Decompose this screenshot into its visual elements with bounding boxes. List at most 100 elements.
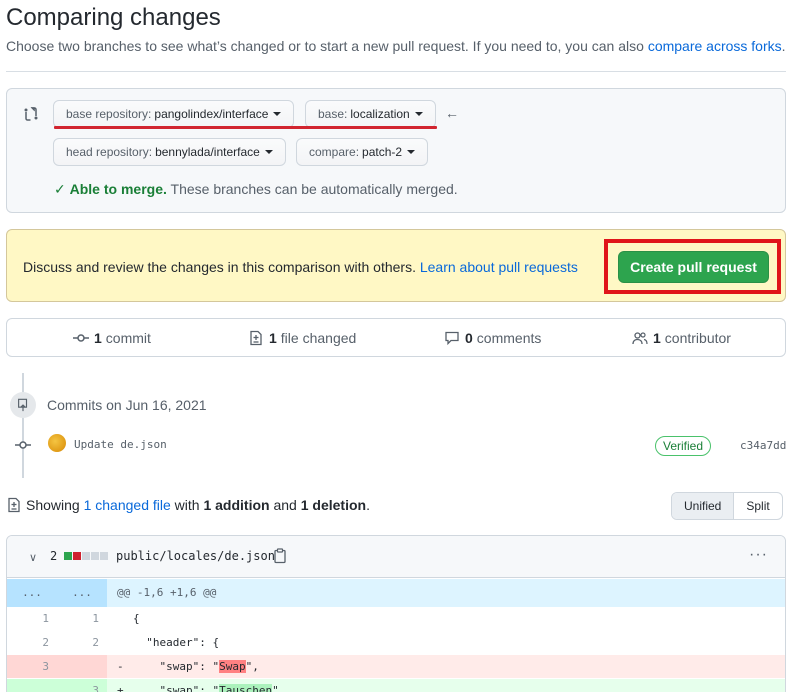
changed-word-highlight: Tauschen	[219, 684, 273, 692]
chevron-down-icon[interactable]: ∨	[29, 551, 37, 564]
learn-about-pull-requests-link[interactable]: Learn about pull requests	[420, 259, 578, 275]
subtitle-end: .	[781, 38, 786, 54]
diffstat-block	[73, 552, 81, 560]
new-line-number[interactable]: 3	[57, 679, 107, 692]
new-line-number[interactable]: 1	[57, 607, 107, 630]
base-branch-value: localization	[350, 107, 410, 121]
file-diff-icon	[250, 330, 262, 346]
split-view-button[interactable]: Split	[734, 493, 781, 519]
deletions-count: 1 deletion	[300, 497, 367, 513]
verified-badge[interactable]: Verified	[655, 436, 712, 456]
head-repository-value: bennylada/interface	[155, 145, 260, 159]
unified-view-button[interactable]: Unified	[672, 493, 735, 519]
commit-icon	[73, 334, 89, 342]
code-text: "header": {	[133, 631, 219, 654]
old-line-number[interactable]: 2	[7, 631, 57, 654]
check-icon: ✓	[54, 181, 66, 197]
compare-branch-label: compare:	[309, 145, 360, 159]
base-repository-value: pangolindex/interface	[154, 107, 269, 121]
contributors-label: contributor	[664, 330, 731, 346]
diff-line-del: 3 - "swap": "Swap",	[7, 655, 785, 678]
new-line-number[interactable]	[57, 655, 107, 678]
caret-down-icon	[273, 112, 282, 116]
diff-summary: Showing 1 changed file with 1 addition a…	[6, 497, 370, 513]
head-repository-select[interactable]: head repository: bennylada/interface	[53, 138, 286, 166]
commits-count-link[interactable]: 1 commit	[73, 330, 151, 346]
old-line-number[interactable]: 1	[7, 607, 57, 630]
merge-ok-text: Able to merge.	[69, 181, 167, 197]
code-segment: ",	[272, 684, 286, 692]
arrow-left-icon: ←	[445, 105, 459, 121]
caret-down-icon	[414, 112, 423, 116]
new-line-number[interactable]: 2	[57, 631, 107, 654]
commits-date-heading: Commits on Jun 16, 2021	[47, 397, 207, 413]
files-changed-link[interactable]: 1 file changed	[248, 330, 356, 346]
commit-sha-link[interactable]: c34a7dd	[740, 439, 786, 452]
author-avatar[interactable]	[48, 434, 66, 452]
header-divider	[6, 71, 786, 72]
commit-message-link[interactable]: Update de.json	[74, 438, 167, 451]
file-change-count: 2	[50, 549, 58, 563]
code-text: "swap": "Swap",	[133, 655, 259, 678]
page-subtitle: Choose two branches to see what’s change…	[6, 38, 786, 54]
compare-across-forks-link[interactable]: compare across forks	[648, 38, 782, 54]
showing-end: .	[366, 497, 370, 513]
diff-sign	[117, 631, 124, 654]
showing-prefix: Showing	[26, 497, 80, 513]
create-pull-request-button[interactable]: Create pull request	[618, 251, 769, 283]
code-segment: "swap": "	[133, 684, 220, 692]
range-editor: base repository: pangolindex/interface b…	[6, 88, 786, 213]
contributors-number: 1	[653, 330, 661, 346]
base-branch-label: base:	[318, 107, 348, 121]
compare-branch-select[interactable]: compare: patch-2	[296, 138, 429, 166]
diff-line-ctx: 22 "header": {	[7, 631, 785, 654]
diffstat	[64, 552, 108, 560]
expand-down-button[interactable]: ...	[57, 579, 107, 607]
code-segment: "header": {	[133, 636, 220, 649]
base-repository-select[interactable]: base repository: pangolindex/interface	[53, 100, 295, 128]
base-branch-select[interactable]: base: localization	[305, 100, 436, 128]
merge-note-text: These branches can be automatically merg…	[170, 181, 458, 197]
create-pr-banner: Discuss and review the changes in this c…	[6, 229, 786, 302]
copy-icon[interactable]	[273, 548, 287, 564]
old-line-number[interactable]: 3	[7, 655, 57, 678]
code-segment: {	[133, 612, 140, 625]
banner-description: Discuss and review the changes in this c…	[23, 259, 416, 275]
diff-view-toggle: Unified Split	[671, 492, 783, 520]
hunk-header-row: ... ... @@ -1,6 +1,6 @@	[7, 579, 785, 607]
diff-line-ctx: 11 {	[7, 607, 785, 630]
diffstat-block	[91, 552, 99, 560]
people-icon	[632, 332, 648, 345]
repo-push-icon	[10, 392, 36, 418]
compare-branch-value: patch-2	[362, 145, 403, 159]
caret-down-icon	[407, 150, 416, 154]
old-line-number[interactable]	[7, 679, 57, 692]
file-path-link[interactable]: public/locales/de.json	[116, 549, 275, 563]
code-segment: ",	[245, 660, 259, 673]
code-text: "swap": "Tauschen",	[133, 679, 285, 692]
comments-count: 0 comments	[444, 330, 541, 346]
git-compare-icon	[24, 107, 38, 121]
files-label: file changed	[280, 330, 357, 346]
additions-count: 1 addition	[203, 497, 270, 513]
expand-up-button[interactable]: ...	[7, 579, 57, 607]
file-diff-icon	[8, 497, 20, 513]
comments-number: 0	[465, 330, 473, 346]
caret-down-icon	[264, 150, 273, 154]
commits-label: commit	[105, 330, 151, 346]
subtitle-text: Choose two branches to see what’s change…	[6, 38, 644, 54]
changed-files-link[interactable]: 1 changed file	[84, 497, 171, 513]
diff-sign: -	[117, 660, 124, 673]
base-repository-label: base repository:	[66, 107, 152, 121]
diff-sign: +	[117, 684, 124, 692]
code-text: {	[133, 607, 140, 630]
contributors-count: 1 contributor	[632, 330, 731, 346]
banner-text: Discuss and review the changes in this c…	[23, 259, 578, 275]
kebab-menu-icon[interactable]: ···	[749, 546, 768, 564]
files-count: 1	[269, 330, 277, 346]
code-segment: "swap": "	[133, 660, 220, 673]
timeline-line	[22, 373, 24, 478]
showing-with: with	[174, 497, 200, 513]
page-title: Comparing changes	[6, 4, 221, 31]
diff-sign	[117, 607, 124, 630]
